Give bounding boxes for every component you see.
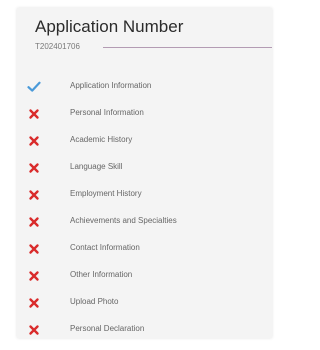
cross-icon bbox=[27, 161, 41, 175]
step-label: Academic History bbox=[70, 135, 133, 144]
cross-icon bbox=[27, 269, 41, 283]
step-label: Application Information bbox=[70, 81, 152, 90]
application-number: T202401706 bbox=[35, 42, 80, 51]
step-label: Upload Photo bbox=[70, 297, 119, 306]
step-label: Personal Information bbox=[70, 108, 144, 117]
cross-icon bbox=[27, 188, 41, 202]
title-divider bbox=[103, 47, 272, 48]
step-item-other-information[interactable]: Other Information bbox=[17, 269, 272, 296]
step-item-personal-information[interactable]: Personal Information bbox=[17, 107, 272, 134]
step-item-achievements-and-specialties[interactable]: Achievements and Specialties bbox=[17, 215, 272, 242]
step-label: Employment History bbox=[70, 189, 142, 198]
cross-icon bbox=[27, 296, 41, 310]
step-item-contact-information[interactable]: Contact Information bbox=[17, 242, 272, 269]
checkmark-icon bbox=[27, 80, 41, 94]
step-item-application-information[interactable]: Application Information bbox=[17, 80, 272, 107]
step-item-language-skill[interactable]: Language Skill bbox=[17, 161, 272, 188]
application-progress-panel: Application Number T202401706 Applicatio… bbox=[17, 8, 272, 338]
step-label: Achievements and Specialties bbox=[70, 216, 177, 225]
step-label: Personal Declaration bbox=[70, 324, 145, 333]
step-item-academic-history[interactable]: Academic History bbox=[17, 134, 272, 161]
cross-icon bbox=[27, 242, 41, 256]
page-title: Application Number bbox=[35, 17, 184, 36]
step-item-upload-photo[interactable]: Upload Photo bbox=[17, 296, 272, 323]
step-label: Language Skill bbox=[70, 162, 123, 171]
step-label: Other Information bbox=[70, 270, 133, 279]
cross-icon bbox=[27, 134, 41, 148]
step-label: Contact Information bbox=[70, 243, 140, 252]
step-item-personal-declaration[interactable]: Personal Declaration bbox=[17, 323, 272, 350]
cross-icon bbox=[27, 215, 41, 229]
step-list: Application Information Personal Informa… bbox=[17, 80, 272, 350]
step-item-employment-history[interactable]: Employment History bbox=[17, 188, 272, 215]
cross-icon bbox=[27, 323, 41, 337]
cross-icon bbox=[27, 107, 41, 121]
